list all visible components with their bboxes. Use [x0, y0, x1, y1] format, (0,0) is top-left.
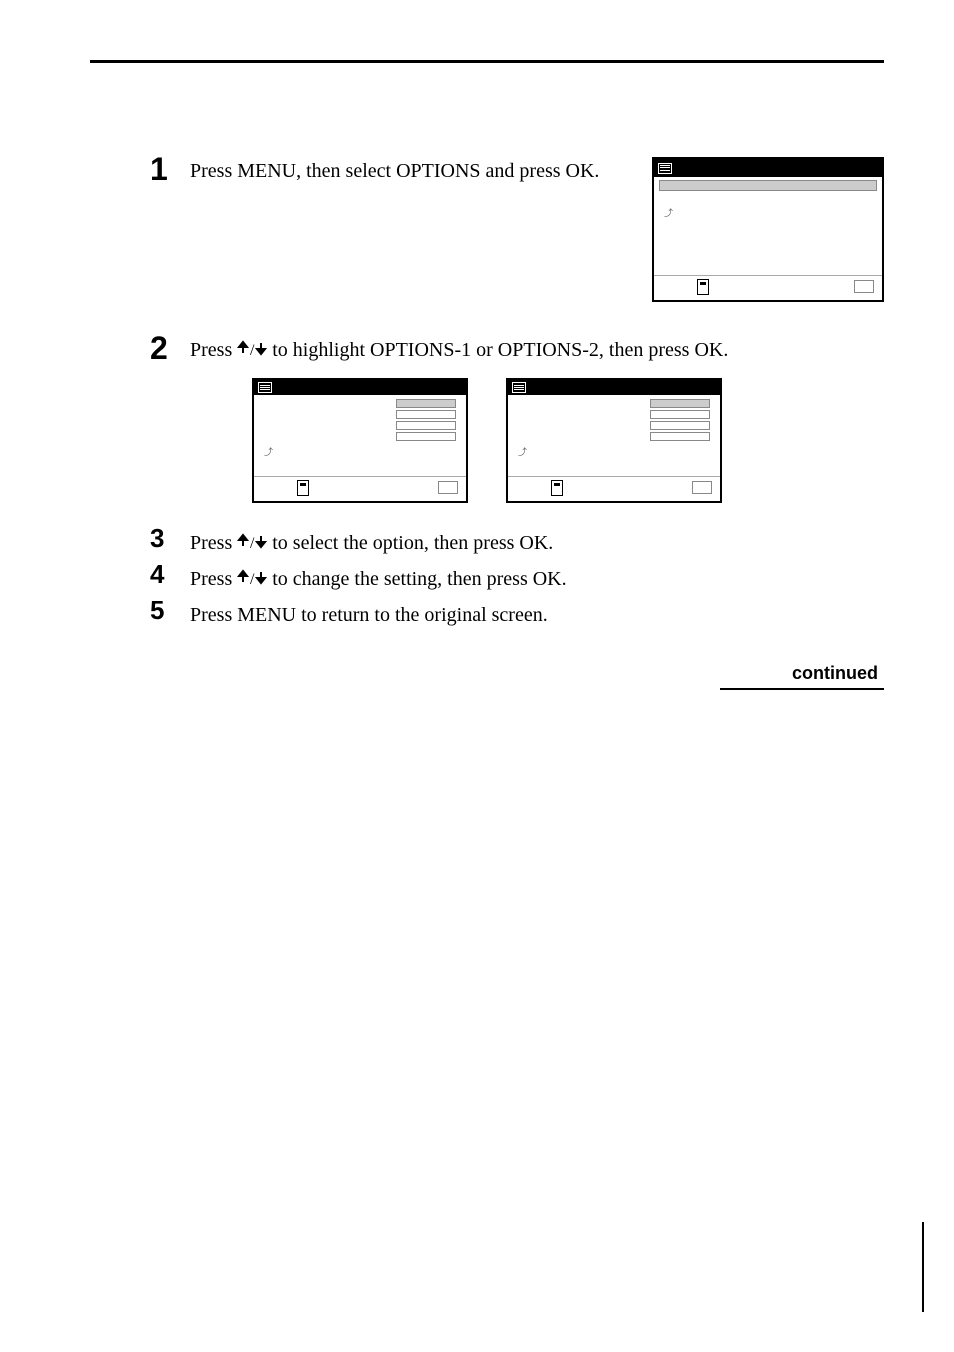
step-2: 2 Press / to highlight OPTIONS-1 or OPTI…	[150, 332, 884, 517]
return-arrow-icon: ⤴	[664, 207, 673, 220]
return-arrow-icon: ⤴	[518, 446, 527, 459]
menu-options-list	[254, 398, 466, 442]
step-body: Press MENU, then select OPTIONS and pres…	[190, 153, 884, 302]
page-top-rule	[90, 60, 884, 63]
menu-selected-row	[659, 180, 877, 191]
menu-header	[508, 380, 720, 395]
continued-label: continued	[80, 663, 884, 684]
sliders-icon	[512, 382, 526, 393]
step-body: Press / to highlight OPTIONS-1 or OPTION…	[190, 332, 884, 517]
side-rule	[922, 1222, 924, 1312]
menu-screenshot-options: ⤴	[652, 157, 884, 302]
step-text-prefix: Press	[190, 568, 237, 590]
step-text-suffix: to select the option, then press OK.	[267, 532, 553, 554]
step-body: Press / to select the option, then press…	[190, 525, 884, 557]
menu-option-row	[254, 398, 466, 409]
step-number: 5	[150, 597, 190, 629]
option-field	[650, 432, 710, 441]
two-menu-screenshots: ⤴	[252, 378, 884, 503]
steps-list: 1 Press MENU, then select OPTIONS and pr…	[150, 153, 884, 629]
menu-option-row	[508, 420, 720, 431]
step-number: 2	[150, 332, 190, 517]
sliders-icon	[658, 163, 672, 174]
menu-footer-ok	[438, 481, 458, 495]
menu-screenshot-options1: ⤴	[252, 378, 468, 503]
menu-options-list	[508, 398, 720, 442]
svg-text:/: /	[250, 535, 255, 552]
option-field	[396, 421, 456, 430]
menu-return-row: ⤴	[664, 207, 673, 220]
step-text-suffix: to change the setting, then press OK.	[267, 568, 566, 590]
menu-footer	[508, 476, 720, 498]
menu-screenshot-options2: ⤴	[506, 378, 722, 503]
step-text: Press MENU to return to the original scr…	[190, 604, 548, 626]
step-body: Press MENU to return to the original scr…	[190, 597, 884, 629]
step-3: 3 Press / to select the option, then pre…	[150, 525, 884, 557]
sliders-icon	[258, 382, 272, 393]
menu-footer	[654, 275, 882, 297]
step-body: Press / to change the setting, then pres…	[190, 561, 884, 593]
menu-option-row	[254, 409, 466, 420]
svg-text:/: /	[250, 571, 255, 588]
option-field	[650, 421, 710, 430]
step-1: 1 Press MENU, then select OPTIONS and pr…	[150, 153, 884, 302]
option-field	[396, 432, 456, 441]
remote-icon	[297, 480, 309, 496]
option-field	[650, 410, 710, 419]
menu-footer-ok	[692, 481, 712, 495]
menu-option-row	[508, 398, 720, 409]
menu-return-row: ⤴	[264, 446, 273, 459]
menu-header	[254, 380, 466, 395]
menu-option-row	[508, 409, 720, 420]
menu-footer	[254, 476, 466, 498]
menu-option-row	[254, 431, 466, 442]
step-number: 3	[150, 525, 190, 557]
svg-text:/: /	[250, 342, 255, 359]
menu-footer-ok	[854, 280, 874, 294]
option-field	[396, 399, 456, 408]
up-down-arrows-icon: /	[237, 532, 267, 552]
step-text: Press MENU, then select OPTIONS and pres…	[190, 157, 622, 185]
step-text-prefix: Press	[190, 532, 237, 554]
option-field	[650, 399, 710, 408]
step-number: 1	[150, 153, 190, 302]
return-arrow-icon: ⤴	[264, 446, 273, 459]
remote-icon	[551, 480, 563, 496]
step-5: 5 Press MENU to return to the original s…	[150, 597, 884, 629]
step-text-prefix: Press	[190, 339, 237, 361]
menu-return-row: ⤴	[518, 446, 527, 459]
step-4: 4 Press / to change the setting, then pr…	[150, 561, 884, 593]
menu-option-row	[254, 420, 466, 431]
up-down-arrows-icon: /	[237, 568, 267, 588]
menu-option-row	[508, 431, 720, 442]
step-number: 4	[150, 561, 190, 593]
up-down-arrows-icon: /	[237, 339, 267, 359]
continued-rule	[720, 688, 884, 690]
option-field	[396, 410, 456, 419]
remote-icon	[697, 279, 709, 295]
menu-header	[654, 159, 882, 177]
step-text-suffix: to highlight OPTIONS-1 or OPTIONS-2, the…	[267, 339, 728, 361]
